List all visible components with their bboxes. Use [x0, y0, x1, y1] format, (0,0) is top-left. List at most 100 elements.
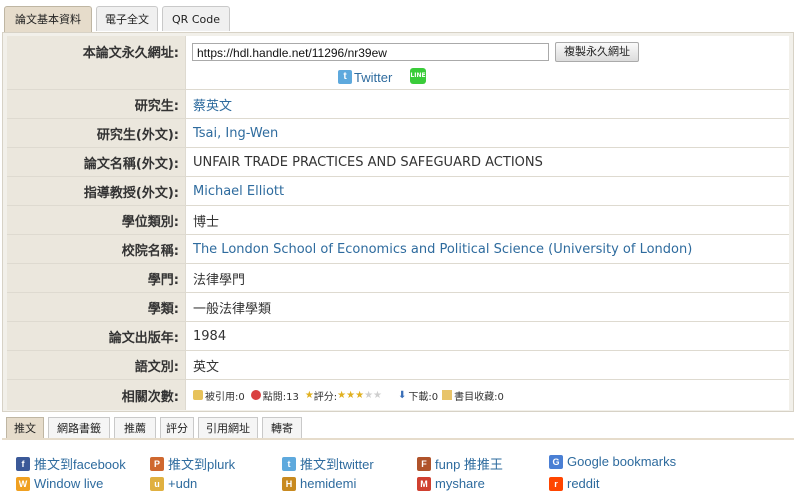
windows-live-icon: W [16, 476, 30, 491]
share-label: Window live [34, 476, 104, 491]
advisor-foreign-value[interactable]: Michael Elliott [185, 177, 789, 205]
tab-web-bookmarks[interactable]: 網路書籤 [48, 417, 110, 439]
star-icon: ★ [373, 389, 383, 401]
hemidemi-icon: H [282, 476, 296, 491]
share-label: funp 推推王 [435, 457, 503, 472]
field-row-advisor-foreign: 指導教授(外文): Michael Elliott [7, 177, 789, 206]
advisor-foreign-label: 指導教授(外文): [7, 177, 185, 205]
download-icon: ⬇ [398, 390, 407, 401]
click-icon [250, 390, 261, 400]
field-row-thesis-title-foreign: 論文名稱(外文): UNFAIR TRADE PRACTICES AND SAFE… [7, 148, 789, 177]
discipline-value: 法律學門 [185, 264, 789, 292]
field-row-publication-year: 論文出版年: 1984 [7, 322, 789, 351]
bookmark-count: 書目收藏:0 [454, 391, 504, 403]
twitter-icon: t [282, 456, 296, 471]
stats-row: 相關次數: 被引用:0 點閱:13 ★ 評分: ★★★★★ ⬇ 下載:0 書目收… [7, 380, 789, 410]
twitter-icon: t [338, 70, 352, 84]
funp-icon: F [417, 456, 431, 471]
field-row-category: 學類: 一般法律學類 [7, 293, 789, 322]
language-label: 語文別: [7, 351, 185, 379]
download-count: 下載:0 [408, 391, 439, 403]
tab-recommend[interactable]: 推薦 [114, 417, 156, 439]
stats-label: 相關次數: [7, 380, 185, 410]
share-label: 推文到plurk [168, 457, 236, 472]
tab-qrcode[interactable]: QR Code [162, 6, 230, 31]
bookmark-icon [442, 390, 453, 400]
permalink-value: https://hdl.handle.net/11296/nr39ew 複製永久… [185, 36, 789, 89]
publication-year-value: 1984 [185, 322, 789, 350]
category-label: 學類: [7, 293, 185, 321]
stats-value: 被引用:0 點閱:13 ★ 評分: ★★★★★ ⬇ 下載:0 書目收藏:0 [185, 380, 789, 410]
rating-icon: ★ [304, 389, 314, 401]
field-row-student: 研究生: 蔡英文 [7, 90, 789, 119]
thesis-info-panel: 本論文永久網址: https://hdl.handle.net/11296/nr… [2, 32, 794, 412]
field-row-language: 語文別: 英文 [7, 351, 789, 380]
share-myshare-link[interactable]: Mmyshare [417, 476, 485, 491]
field-row-degree-type: 學位類別: 博士 [7, 206, 789, 235]
school-name-label: 校院名稱: [7, 235, 185, 263]
share-windows-live-link[interactable]: W Window live [16, 476, 103, 491]
school-name-value[interactable]: The London School of Economics and Polit… [185, 235, 789, 263]
permalink-row: 本論文永久網址: https://hdl.handle.net/11296/nr… [7, 36, 789, 90]
share-plurk-link[interactable]: P 推文到plurk [150, 454, 235, 473]
thesis-title-foreign-label: 論文名稱(外文): [7, 148, 185, 176]
permalink-input[interactable]: https://hdl.handle.net/11296/nr39ew [192, 43, 549, 61]
student-foreign-label: 研究生(外文): [7, 119, 185, 147]
udn-icon: u [150, 476, 164, 491]
share-label: hemidemi [300, 476, 357, 491]
star-icon: ★ [346, 389, 356, 401]
myshare-icon: M [417, 476, 431, 491]
star-icon: ★ [337, 389, 347, 401]
field-row-discipline: 學門: 法律學門 [7, 264, 789, 293]
share-udn-link[interactable]: u +udn [150, 476, 197, 491]
plurk-icon: P [150, 456, 164, 471]
field-row-school-name: 校院名稱: The London School of Economics and … [7, 235, 789, 264]
click-count: 點閱:13 [262, 391, 299, 403]
degree-type-value: 博士 [185, 206, 789, 234]
line-icon[interactable]: LINE [410, 68, 426, 84]
rating-label: 評分: [313, 391, 338, 403]
google-icon: G [549, 454, 563, 469]
share-label: reddit [567, 476, 600, 491]
degree-type-label: 學位類別: [7, 206, 185, 234]
thesis-title-foreign-value: UNFAIR TRADE PRACTICES AND SAFEGUARD ACT… [185, 148, 789, 176]
share-label: +udn [168, 476, 198, 491]
student-foreign-value[interactable]: Tsai, Ing-Wen [185, 119, 789, 147]
discipline-label: 學門: [7, 264, 185, 292]
twitter-share-link[interactable]: t Twitter [338, 69, 392, 85]
student-label: 研究生: [7, 90, 185, 118]
cite-icon [193, 390, 203, 400]
language-value: 英文 [185, 351, 789, 379]
permalink-label: 本論文永久網址: [7, 36, 185, 89]
star-icon: ★ [364, 389, 374, 401]
stats-list: 被引用:0 點閱:13 ★ 評分: ★★★★★ ⬇ 下載:0 書目收藏:0 [193, 388, 504, 403]
cited-count: 被引用:0 [205, 391, 245, 403]
tab-tweet[interactable]: 推文 [6, 417, 44, 439]
share-funp-link[interactable]: Ffunp 推推王 [417, 454, 503, 473]
share-facebook-link[interactable]: f 推文到facebook [16, 454, 126, 473]
share-google-link[interactable]: G Google bookmarks [549, 454, 676, 469]
share-reddit-link[interactable]: r reddit [549, 476, 600, 491]
rating-stars: ★★★★★ [337, 390, 382, 401]
twitter-label: Twitter [354, 69, 393, 85]
tab-fulltext[interactable]: 電子全文 [96, 6, 158, 31]
tab-cite-url[interactable]: 引用網址 [198, 417, 258, 439]
publication-year-label: 論文出版年: [7, 322, 185, 350]
share-hemidemi-link[interactable]: Hhemidemi [282, 476, 356, 491]
reddit-icon: r [549, 476, 563, 491]
star-icon: ★ [355, 389, 365, 401]
share-label: 推文到twitter [300, 457, 374, 472]
share-label: Google bookmarks [567, 454, 677, 469]
field-row-student-foreign: 研究生(外文): Tsai, Ing-Wen [7, 119, 789, 148]
tab-rating[interactable]: 評分 [160, 417, 194, 439]
share-label: myshare [435, 476, 485, 491]
tab-forward[interactable]: 轉寄 [262, 417, 302, 439]
share-label: 推文到facebook [34, 457, 126, 472]
category-value: 一般法律學類 [185, 293, 789, 321]
facebook-icon: f [16, 456, 30, 471]
copy-permalink-button[interactable]: 複製永久網址 [555, 42, 639, 62]
tab-underline [2, 438, 794, 440]
student-value[interactable]: 蔡英文 [185, 90, 789, 118]
tab-basic-info[interactable]: 論文基本資料 [4, 6, 92, 33]
share-twitter-link[interactable]: t 推文到twitter [282, 454, 374, 473]
